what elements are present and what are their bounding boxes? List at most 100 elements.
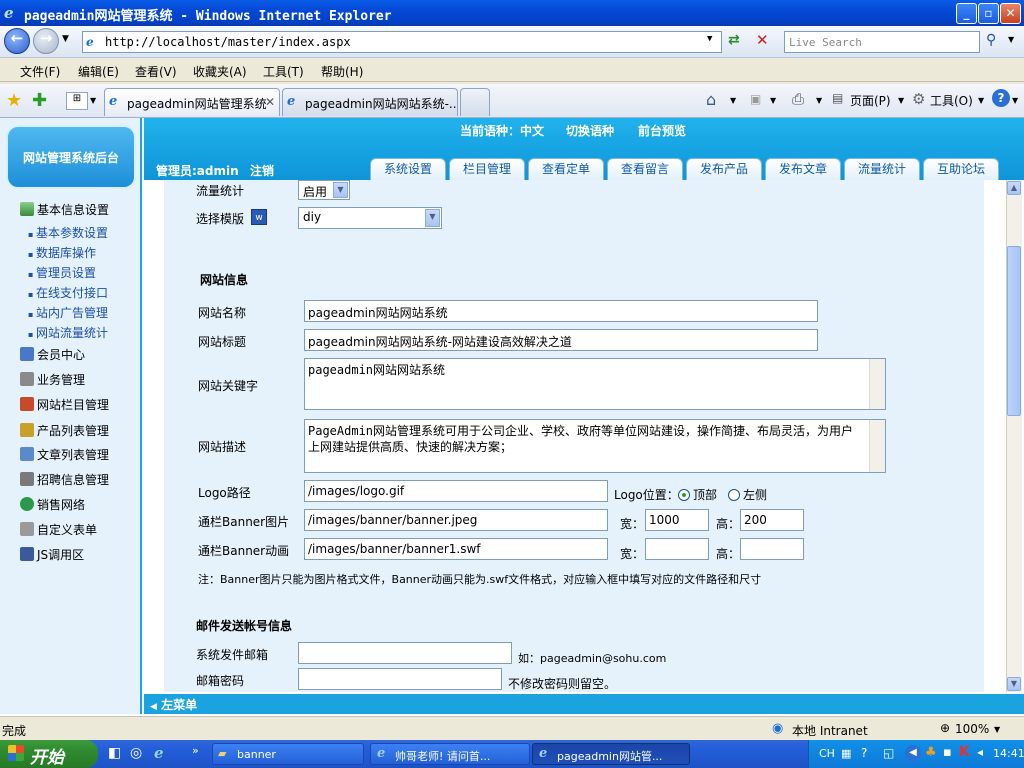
description-textarea[interactable]: PageAdmin网站管理系统可用于公司企业、学校、政府等单位网站建设，操作简捷… — [304, 419, 886, 473]
address-dropdown-icon[interactable]: ▼ — [707, 34, 712, 44]
sidebar-item-business[interactable]: 业务管理 — [20, 371, 85, 388]
help-dropdown-icon[interactable]: ▼ — [1012, 96, 1018, 105]
volume-icon[interactable]: ◂ — [977, 745, 983, 759]
add-favorite-icon[interactable]: ✚ — [32, 90, 47, 111]
tray-collapse-icon[interactable]: ◀ — [905, 745, 921, 761]
search-input[interactable]: Live Search — [784, 31, 980, 53]
quicklaunch-more-icon[interactable]: » — [192, 744, 199, 757]
banner-image-input[interactable]: /images/banner/banner.jpeg — [304, 509, 608, 531]
tools-menu[interactable]: 工具(O) — [930, 92, 973, 109]
menu-edit[interactable]: 编辑(E) — [78, 63, 119, 80]
input-language[interactable]: CH — [819, 747, 835, 760]
quick-tabs-icon[interactable]: ⊞ — [66, 92, 88, 110]
tab-second[interactable]: e pageadmin网站网站系统-... — [282, 88, 458, 116]
tab-columns[interactable]: 栏目管理 — [449, 158, 525, 180]
menu-view[interactable]: 查看(V) — [135, 63, 177, 80]
logo-position-top-radio[interactable]: 顶部 — [678, 486, 717, 503]
maximize-button[interactable]: ▫ — [978, 3, 999, 24]
mail-input[interactable] — [298, 642, 512, 664]
site-name-input[interactable]: pageadmin网站网站系统 — [304, 300, 818, 322]
title-bar[interactable]: e pageadmin网站管理系统 - Windows Internet Exp… — [0, 0, 1024, 26]
qq-icon[interactable]: ♣ — [925, 745, 937, 760]
tab-messages[interactable]: 查看留言 — [607, 158, 683, 180]
home-dropdown-icon[interactable]: ▼ — [730, 96, 736, 105]
tab-system-settings[interactable]: 系统设置 — [370, 158, 446, 180]
left-menu-toggle[interactable]: ◀ 左菜单 — [144, 694, 1024, 714]
tab-publish-article[interactable]: 发布文章 — [765, 158, 841, 180]
scroll-up-icon[interactable]: ▲ — [1007, 181, 1021, 195]
sidebar-item-sales[interactable]: 销售网络 — [20, 496, 85, 513]
quicklaunch-outlook-icon[interactable]: ◧ — [108, 745, 121, 761]
minimize-button[interactable]: _ — [956, 3, 977, 24]
banner-anim-height-input[interactable] — [740, 538, 804, 560]
antivirus-icon[interactable]: K — [959, 744, 970, 760]
template-select[interactable]: diy ▼ — [298, 207, 442, 229]
menu-file[interactable]: 文件(F) — [20, 63, 60, 80]
taskbar-item-banner[interactable]: ▰ banner — [212, 743, 364, 765]
tab-orders[interactable]: 查看定单 — [528, 158, 604, 180]
history-dropdown-icon[interactable]: ▼ — [62, 34, 69, 44]
menu-favorites[interactable]: 收藏夹(A) — [193, 63, 247, 80]
sidebar-sub-traffic[interactable]: 网站流量统计 — [28, 324, 108, 341]
search-icon[interactable]: ⚲ — [986, 32, 996, 48]
sidebar-item-jobs[interactable]: 招聘信息管理 — [20, 471, 109, 488]
sidebar-item-columns[interactable]: 网站栏目管理 — [20, 396, 109, 413]
textarea-scrollbar[interactable] — [869, 420, 885, 472]
quicklaunch-ie-icon[interactable]: e — [154, 744, 164, 762]
search-options-icon[interactable]: ▼ — [1008, 35, 1014, 44]
sidebar-sub-payment[interactable]: 在线支付接口 — [28, 284, 108, 301]
sidebar-sub-database[interactable]: 数据库操作 — [28, 244, 96, 261]
sidebar-sub-params[interactable]: 基本参数设置 — [28, 224, 108, 241]
start-button[interactable]: 开始 — [0, 740, 98, 768]
network-icon[interactable]: ▪ — [943, 745, 952, 760]
taskbar-item-pageadmin[interactable]: e pageadmin网站管... — [532, 743, 690, 765]
template-preview-icon[interactable]: w — [251, 209, 267, 225]
back-button[interactable]: ← — [4, 28, 30, 54]
print-dropdown-icon[interactable]: ▼ — [816, 96, 822, 105]
favorites-star-icon[interactable]: ★ — [6, 90, 22, 111]
banner-height-input[interactable]: 200 — [740, 509, 804, 531]
sidebar-item-products[interactable]: 产品列表管理 — [20, 422, 109, 439]
scroll-thumb[interactable] — [1007, 246, 1021, 416]
banner-anim-input[interactable]: /images/banner/banner1.swf — [304, 538, 608, 560]
menu-help[interactable]: 帮助(H) — [321, 63, 363, 80]
textarea-scrollbar[interactable] — [869, 359, 885, 409]
tab-close-icon[interactable]: ✕ — [265, 95, 275, 109]
help-icon[interactable]: ? — [992, 89, 1010, 107]
page-menu[interactable]: 页面(P) — [850, 92, 891, 109]
tab-publish-product[interactable]: 发布产品 — [686, 158, 762, 180]
sidebar-item-members[interactable]: 会员中心 — [20, 346, 85, 363]
sidebar-sub-ads[interactable]: 站内广告管理 — [28, 304, 108, 321]
sidebar-item-forms[interactable]: 自定义表单 — [20, 521, 97, 538]
home-icon[interactable]: ⌂ — [706, 90, 716, 109]
sidebar-item-js[interactable]: JS调用区 — [20, 546, 84, 563]
clock[interactable]: 14:41 — [993, 747, 1024, 760]
feeds-icon[interactable]: ▣ — [750, 92, 761, 106]
sidebar-sub-admins[interactable]: 管理员设置 — [28, 264, 96, 281]
tab-active[interactable]: e pageadmin网站管理系统 ✕ — [104, 88, 280, 116]
scroll-down-icon[interactable]: ▼ — [1007, 677, 1021, 691]
tab-traffic[interactable]: 流量统计 — [844, 158, 920, 180]
taskbar-item-chat[interactable]: e 帅哥老师! 请问首... — [370, 743, 530, 765]
zoom-level[interactable]: 100% — [955, 722, 989, 736]
stats-select[interactable]: 启用 ▼ — [298, 180, 350, 200]
address-input[interactable]: e http://localhost/master/index.aspx ▼ — [82, 31, 722, 53]
keywords-textarea[interactable]: pageadmin网站网站系统 — [304, 358, 886, 410]
tab-forum[interactable]: 互助论坛 — [923, 158, 999, 180]
close-button[interactable]: ✕ — [1000, 3, 1021, 24]
sidebar-section-basic[interactable]: 基本信息设置 — [20, 201, 109, 218]
switch-language-link[interactable]: 切换语种 — [566, 122, 614, 139]
tools-dropdown-icon[interactable]: ▼ — [978, 96, 984, 105]
password-input[interactable] — [298, 668, 502, 690]
logo-path-input[interactable]: /images/logo.gif — [304, 480, 608, 502]
help-tray-icon[interactable]: ? — [861, 746, 867, 760]
logout-link[interactable]: 注销 — [250, 162, 274, 179]
banner-width-input[interactable]: 1000 — [645, 509, 709, 531]
preview-link[interactable]: 前台预览 — [638, 122, 686, 139]
sidebar-item-articles[interactable]: 文章列表管理 — [20, 446, 109, 463]
site-title-input[interactable]: pageadmin网站网站系统-网站建设高效解决之道 — [304, 329, 818, 351]
keyboard-icon[interactable]: ▦ — [841, 747, 851, 760]
new-tab-button[interactable] — [460, 88, 490, 116]
logo-position-left-radio[interactable]: 左侧 — [728, 486, 767, 503]
page-dropdown-icon[interactable]: ▼ — [898, 96, 904, 105]
